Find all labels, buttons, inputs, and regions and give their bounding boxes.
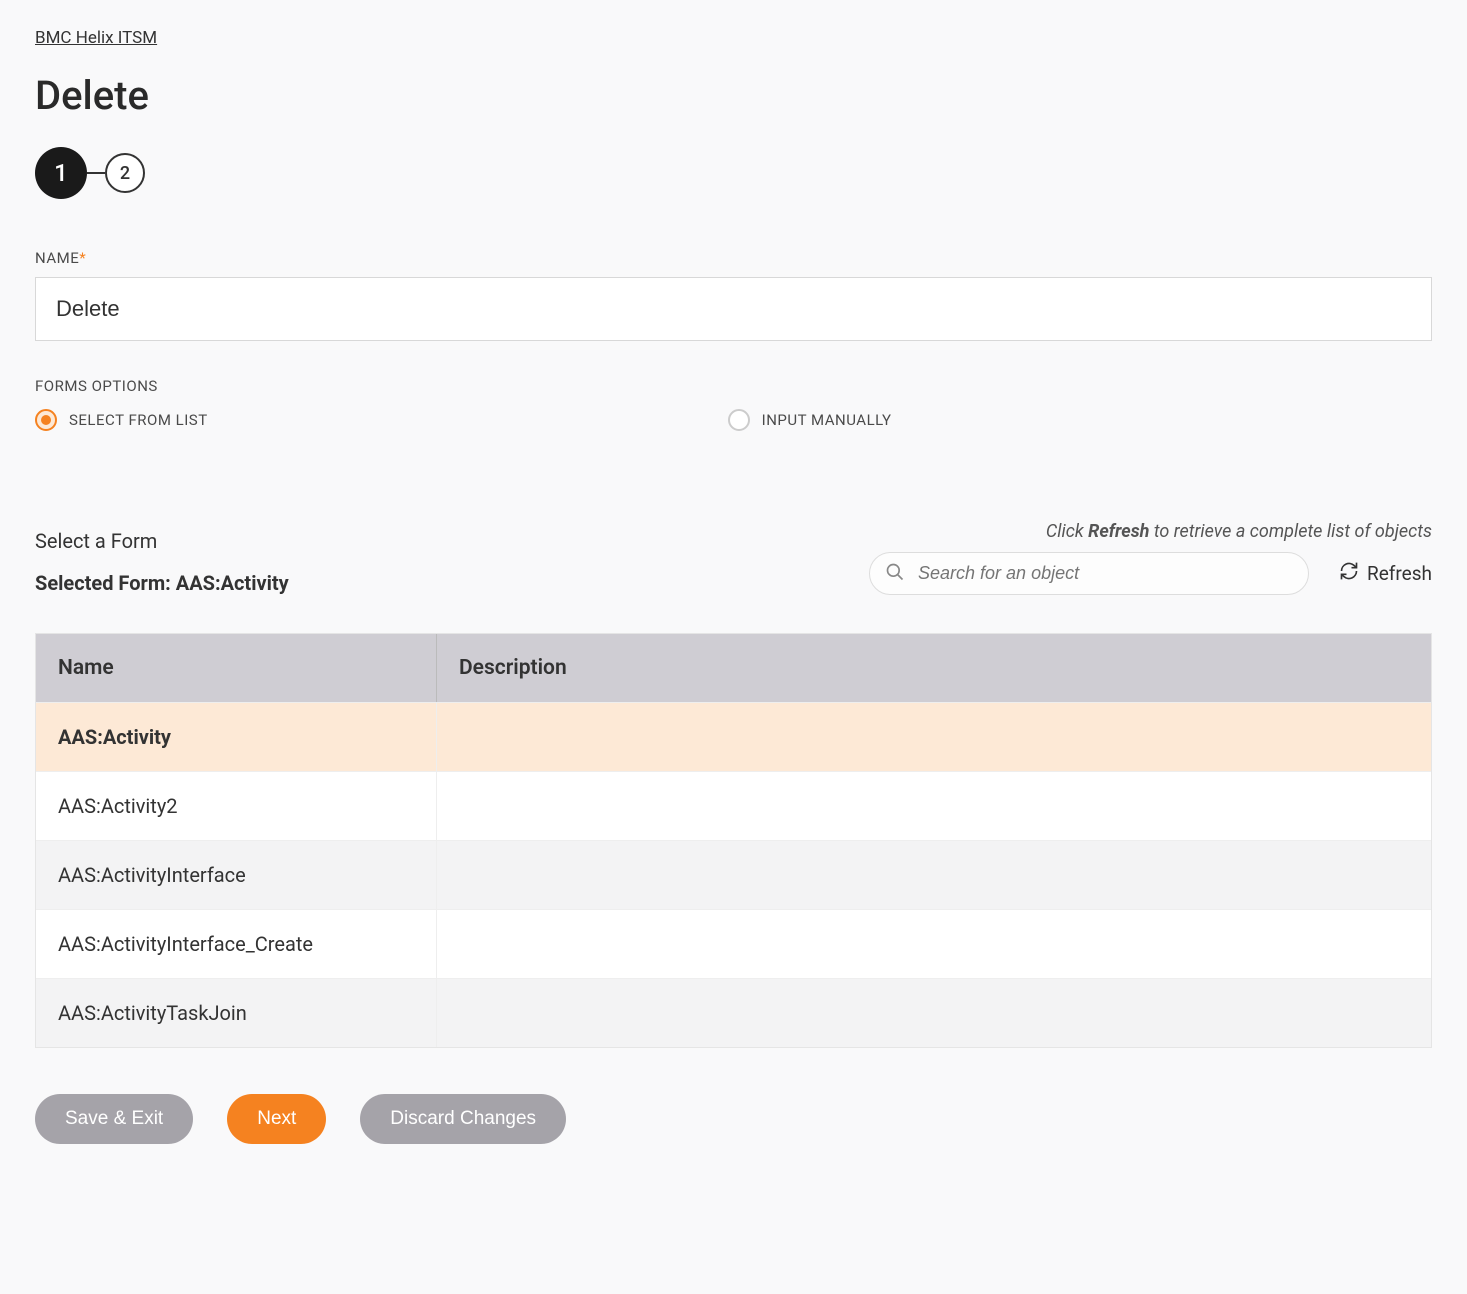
col-header-name[interactable]: Name	[36, 634, 436, 702]
table-row[interactable]: AAS:Activity2	[36, 771, 1431, 840]
step-connector	[87, 172, 105, 174]
cell-name: AAS:Activity	[36, 703, 436, 771]
step-1[interactable]: 1	[35, 147, 87, 199]
table-header: Name Description	[36, 634, 1431, 702]
refresh-icon	[1339, 561, 1359, 586]
table-row[interactable]: AAS:ActivityTaskJoin	[36, 978, 1431, 1047]
forms-table: Name Description AAS:ActivityAAS:Activit…	[35, 633, 1432, 1048]
refresh-button[interactable]: Refresh	[1339, 561, 1432, 586]
stepper: 1 2	[35, 147, 1432, 199]
radio-label: SELECT FROM LIST	[69, 411, 208, 429]
save-exit-button[interactable]: Save & Exit	[35, 1094, 193, 1144]
cell-description	[436, 703, 1431, 771]
forms-options-label: FORMS OPTIONS	[35, 377, 1432, 395]
required-asterisk: *	[79, 249, 86, 267]
cell-description	[436, 979, 1431, 1047]
cell-name: AAS:Activity2	[36, 772, 436, 840]
selected-form-label: Selected Form: AAS:Activity	[35, 571, 289, 595]
cell-name: AAS:ActivityInterface	[36, 841, 436, 909]
table-row[interactable]: AAS:Activity	[36, 702, 1431, 771]
name-label: NAME*	[35, 249, 1432, 267]
select-form-title: Select a Form	[35, 529, 289, 553]
discard-button[interactable]: Discard Changes	[360, 1094, 566, 1144]
radio-icon	[35, 409, 57, 431]
cell-description	[436, 841, 1431, 909]
col-header-description[interactable]: Description	[436, 634, 1431, 702]
name-input[interactable]	[35, 277, 1432, 341]
cell-description	[436, 772, 1431, 840]
refresh-label: Refresh	[1367, 562, 1432, 585]
radio-label: INPUT MANUALLY	[762, 411, 892, 429]
cell-description	[436, 910, 1431, 978]
step-2[interactable]: 2	[105, 153, 145, 193]
breadcrumb[interactable]: BMC Helix ITSM	[35, 28, 157, 48]
page-title: Delete	[35, 72, 1432, 119]
refresh-hint: Click Refresh to retrieve a complete lis…	[869, 521, 1432, 542]
cell-name: AAS:ActivityTaskJoin	[36, 979, 436, 1047]
radio-input-manually[interactable]: INPUT MANUALLY	[728, 409, 892, 431]
table-row[interactable]: AAS:ActivityInterface	[36, 840, 1431, 909]
table-row[interactable]: AAS:ActivityInterface_Create	[36, 909, 1431, 978]
radio-icon	[728, 409, 750, 431]
radio-select-from-list[interactable]: SELECT FROM LIST	[35, 409, 208, 431]
search-input[interactable]	[869, 552, 1309, 595]
next-button[interactable]: Next	[227, 1094, 326, 1144]
search-icon	[885, 562, 905, 586]
cell-name: AAS:ActivityInterface_Create	[36, 910, 436, 978]
